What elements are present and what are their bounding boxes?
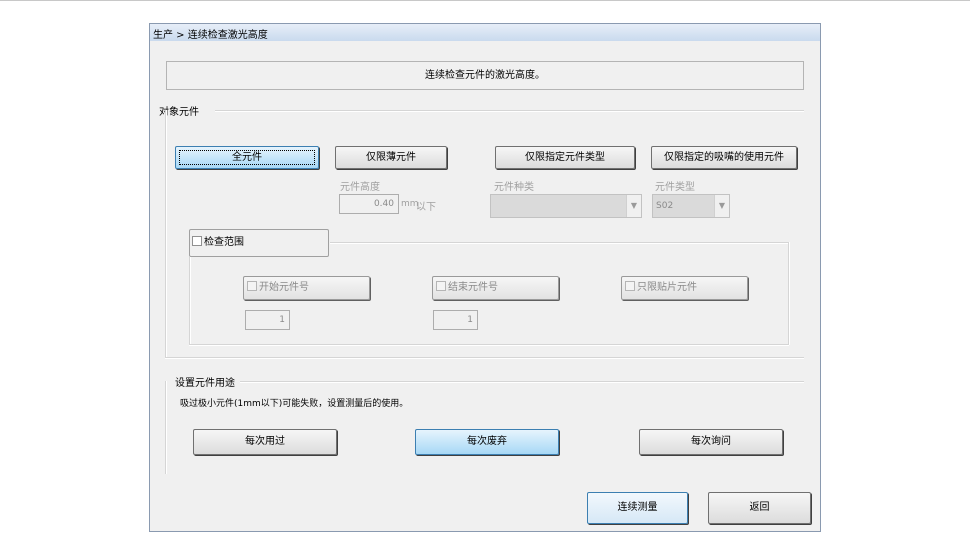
start-part-checkbox-icon[interactable] [247,281,257,291]
thin-parts-button[interactable]: 仅限薄元件 [335,146,447,169]
dialog-window: 生产 > 连续检查激光高度 连续检查元件的激光高度。 对象元件 全元件 仅限薄元… [149,23,821,532]
title-bar: 生产 > 连续检查激光高度 [150,24,820,41]
continuous-measure-button[interactable]: 连续测量 [587,492,688,524]
range-group-bottom-line [189,344,789,346]
nozzle-parts-button[interactable]: 仅限指定的吸嘴的使用元件 [651,146,797,169]
usage-group-left-line [165,381,167,474]
type-select[interactable]: S02 ▼ [652,194,730,218]
back-button[interactable]: 返回 [708,492,811,524]
start-part-toggle[interactable]: 开始元件号 [243,276,370,300]
end-part-label: 结束元件号 [448,282,498,293]
each-use-label: 每次用过 [245,436,285,447]
range-group-right-line [788,242,790,345]
nozzle-parts-label: 仅限指定的吸嘴的使用元件 [664,152,784,163]
height-input[interactable]: 0.40 [339,194,399,214]
end-part-checkbox-icon[interactable] [436,281,446,291]
type-parts-button[interactable]: 仅限指定元件类型 [495,146,635,169]
end-part-input[interactable]: 1 [433,310,478,330]
each-ask-label: 每次询问 [691,436,731,447]
usage-note: 吸过极小元件(1mm以下)可能失败，设置测量后的使用。 [180,399,409,409]
all-parts-button[interactable]: 全元件 [175,146,319,169]
target-group-top-line [215,110,804,112]
start-part-value: 1 [279,315,285,325]
focus-rect [179,150,315,165]
window-title: 生产 > 连续检查激光高度 [153,30,268,41]
type-value: S02 [656,201,674,211]
target-group-left-line [165,110,167,358]
type-label: 元件类型 [655,182,695,193]
usage-group-top-line [240,381,804,383]
each-discard-label: 每次废弃 [467,436,507,447]
thin-parts-label: 仅限薄元件 [366,152,416,163]
target-group-bottom-line [165,357,804,359]
type-dropdown-arrow-icon[interactable]: ▼ [714,195,729,217]
kind-label: 元件种类 [494,182,534,193]
usage-group-label: 设置元件用途 [175,378,235,389]
each-use-button[interactable]: 每次用过 [193,429,337,455]
mount-only-toggle[interactable]: 只限贴片元件 [621,276,748,300]
top-divider [0,0,970,1]
back-label: 返回 [749,502,770,513]
start-part-input[interactable]: 1 [245,310,290,330]
info-box: 连续检查元件的激光高度。 [166,61,804,90]
range-checkbox-icon[interactable] [192,236,202,246]
start-part-label: 开始元件号 [259,282,309,293]
kind-select[interactable]: ▼ [490,194,642,218]
continuous-measure-label: 连续测量 [617,502,658,513]
end-part-value: 1 [467,315,473,325]
height-label: 元件高度 [340,182,380,193]
range-group-top-line [330,242,790,244]
mount-only-checkbox-icon[interactable] [625,281,635,291]
type-parts-label: 仅限指定元件类型 [525,152,605,163]
mount-only-label: 只限贴片元件 [637,282,697,293]
each-ask-button[interactable]: 每次询问 [639,429,783,455]
kind-dropdown-arrow-icon[interactable]: ▼ [626,195,641,217]
range-group-left-line [189,257,191,345]
end-part-toggle[interactable]: 结束元件号 [432,276,559,300]
height-value: 0.40 [373,199,394,209]
each-discard-button[interactable]: 每次废弃 [415,429,559,455]
range-checkbox-button[interactable]: 检查范围 [189,229,329,257]
height-suffix: 以下 [416,202,436,213]
range-checkbox-label: 检查范围 [204,237,244,248]
info-text: 连续检查元件的激光高度。 [425,70,545,81]
